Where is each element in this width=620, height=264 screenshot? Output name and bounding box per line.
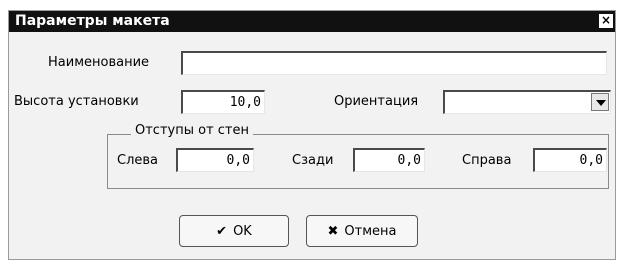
cancel-button[interactable]: ✖ Отмена — [306, 215, 418, 247]
title-bar: Параметры макета × — [9, 11, 615, 32]
dialog-title: Параметры макета — [15, 13, 170, 29]
offset-back-label: Сзади — [292, 153, 334, 168]
name-field[interactable] — [181, 51, 607, 75]
offset-left-label: Слева — [117, 153, 159, 168]
offsets-group-title: Отступы от стен — [131, 123, 253, 138]
offset-back-field[interactable]: 0,0 — [353, 148, 425, 172]
height-field[interactable]: 10,0 — [181, 90, 265, 114]
close-icon[interactable]: × — [599, 14, 613, 28]
orientation-select[interactable] — [443, 90, 611, 114]
ok-button-label: OK — [233, 223, 252, 239]
check-icon: ✔ — [216, 223, 228, 239]
offset-right-field[interactable]: 0,0 — [533, 148, 607, 172]
offset-right-label: Справа — [462, 153, 512, 168]
chevron-down-icon[interactable] — [591, 93, 609, 111]
dialog-window: Параметры макета × Наименование Высота у… — [8, 10, 616, 260]
cross-icon: ✖ — [327, 223, 339, 239]
height-label: Высота установки — [14, 94, 139, 109]
name-label: Наименование — [48, 55, 150, 70]
ok-button[interactable]: ✔ OK — [179, 215, 289, 247]
orientation-label: Ориентация — [334, 94, 419, 109]
offset-left-field[interactable]: 0,0 — [176, 148, 254, 172]
cancel-button-label: Отмена — [344, 223, 397, 239]
